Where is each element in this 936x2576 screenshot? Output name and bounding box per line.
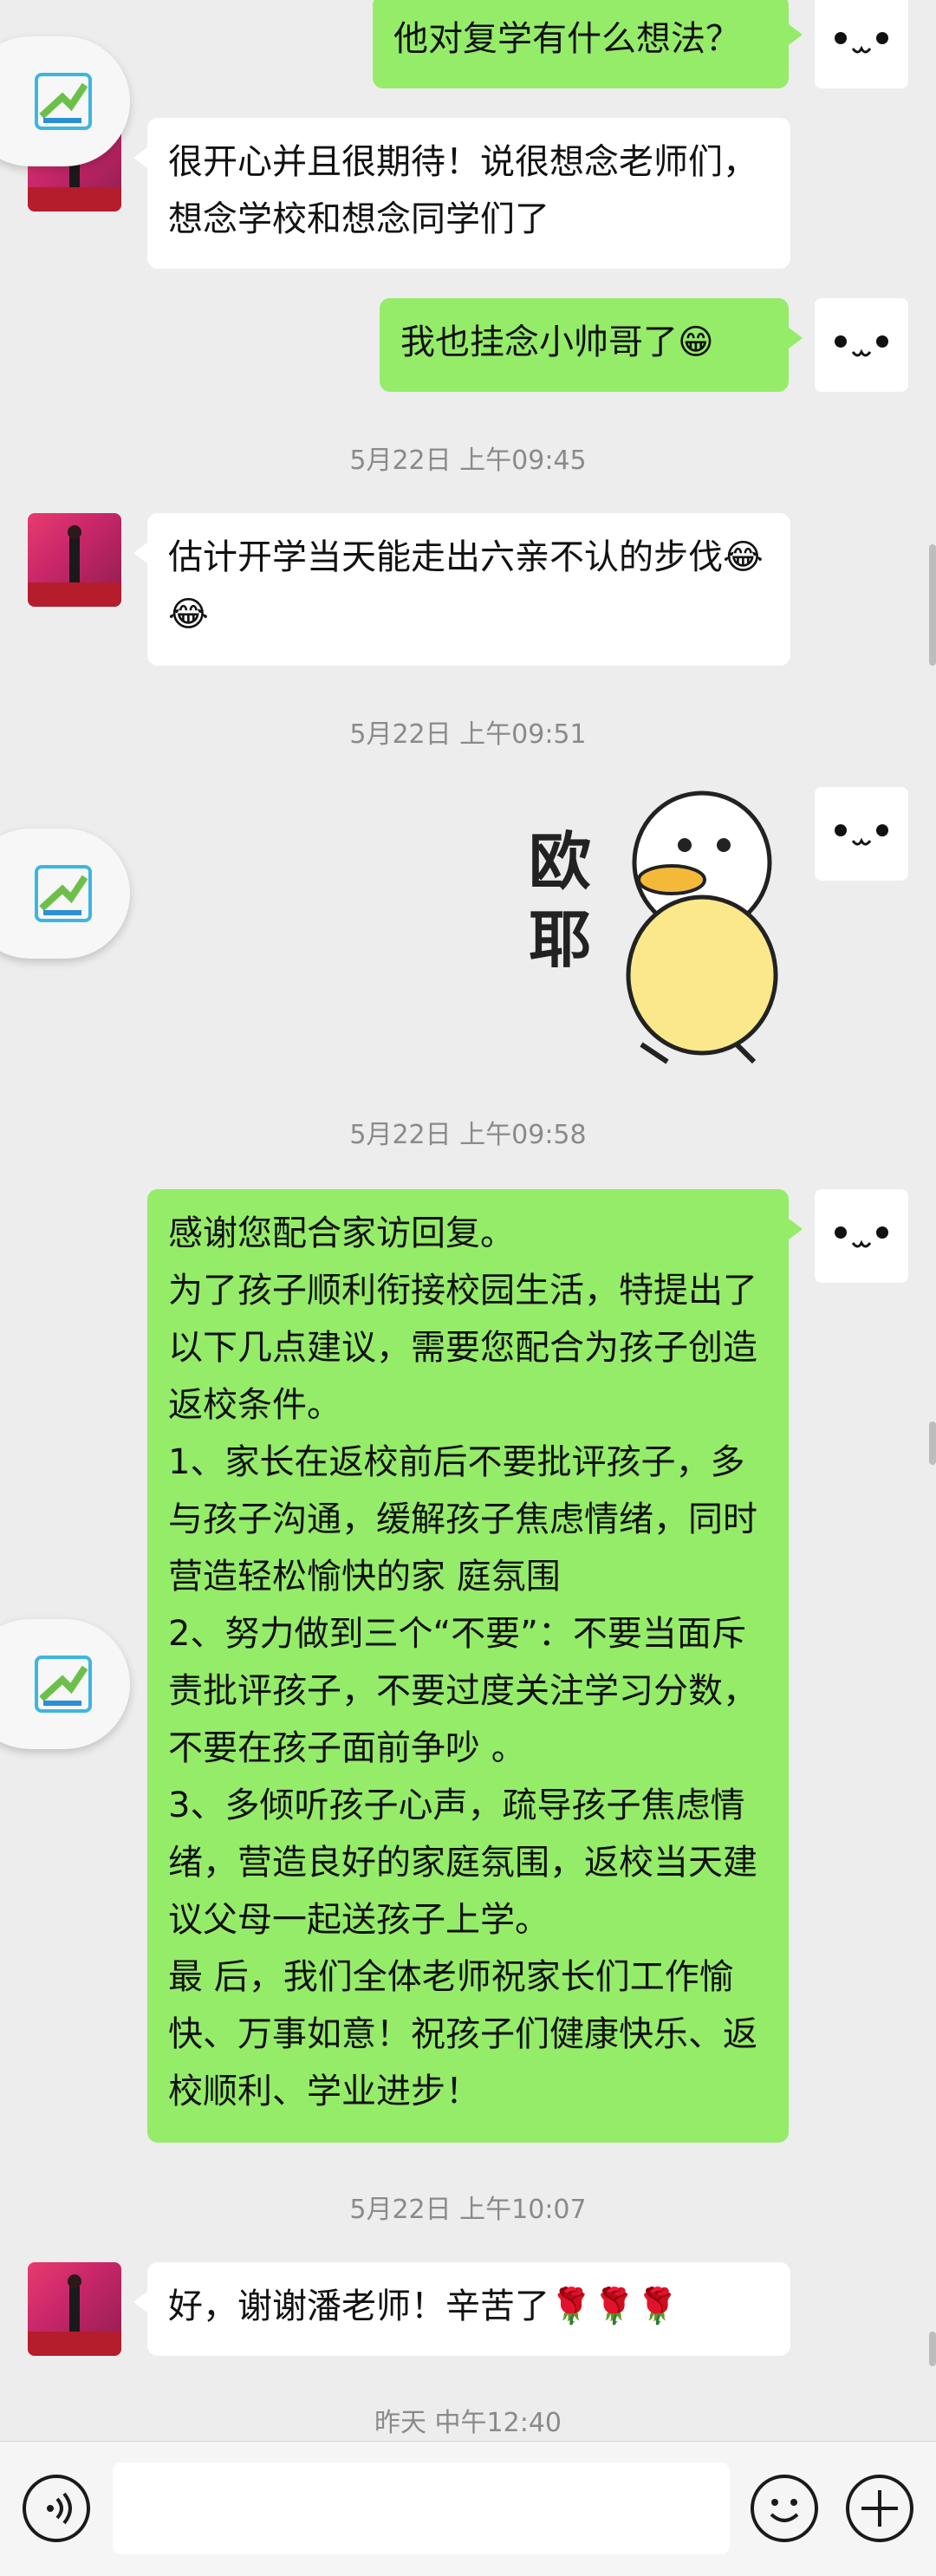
message-bubble-outgoing[interactable]: 感谢您配合家访回复。 为了孩子顺利衔接校园生活，特提出了以下几点建议，需要您配合… (147, 1189, 803, 2143)
voice-icon[interactable] (23, 2475, 90, 2542)
timestamp: 5月22日 上午09:51 (349, 719, 587, 750)
app-logo-icon (35, 1656, 92, 1713)
emoji-icon[interactable] (751, 2475, 818, 2542)
message-bubble-incoming[interactable]: 估计开学当天能走出六亲不认的步伐😂😂 (133, 513, 790, 666)
self-avatar[interactable] (815, 298, 908, 392)
message-bubble-incoming[interactable]: 很开心并且很期待！说很想念老师们，想念学校和想念同学们了 (133, 118, 790, 269)
timestamp: 5月22日 上午09:58 (349, 1120, 587, 1150)
plus-icon[interactable] (846, 2475, 913, 2542)
scrollbar[interactable] (929, 544, 936, 666)
sticker-text: 耶 (529, 903, 592, 976)
message-bubble-outgoing[interactable]: 他对复学有什么想法？ (373, 0, 803, 88)
self-avatar[interactable] (815, 0, 908, 88)
scrollbar[interactable] (929, 2332, 936, 2366)
floating-app-button[interactable] (0, 36, 130, 166)
floating-app-button[interactable] (0, 1619, 130, 1749)
message-input-bar (0, 2441, 936, 2576)
contact-avatar[interactable] (28, 513, 121, 607)
message-input[interactable] (113, 2462, 730, 2554)
floating-app-button[interactable] (0, 829, 130, 959)
self-avatar[interactable] (815, 1189, 908, 1283)
message-bubble-outgoing[interactable]: 我也挂念小帅哥了😁 (380, 298, 803, 392)
contact-avatar[interactable] (28, 2262, 121, 2356)
timestamp: 5月22日 上午09:45 (349, 446, 587, 476)
timestamp: 昨天 中午12:40 (374, 2408, 562, 2438)
app-logo-icon (35, 73, 92, 130)
timestamp: 5月22日 上午10:07 (349, 2195, 587, 2225)
sticker-message[interactable]: 欧 耶 (520, 784, 789, 1070)
app-logo-icon (35, 865, 92, 922)
self-avatar[interactable] (815, 787, 908, 881)
message-bubble-incoming[interactable]: 好，谢谢潘老师！辛苦了🌹🌹🌹 (133, 2262, 790, 2356)
scrollbar[interactable] (929, 1421, 936, 1465)
